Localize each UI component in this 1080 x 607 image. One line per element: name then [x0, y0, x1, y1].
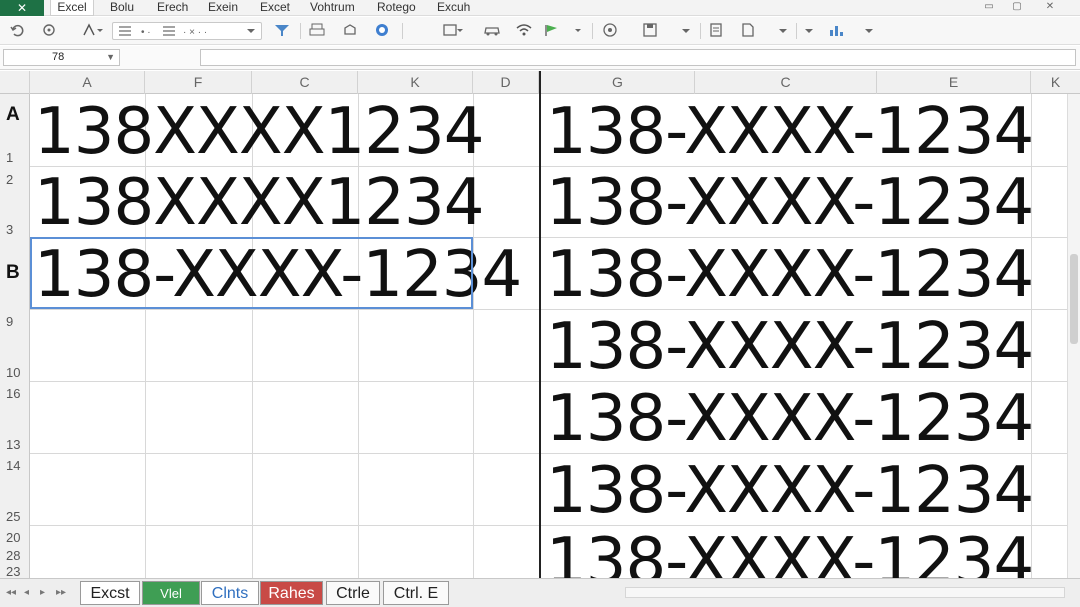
last-sheet-icon[interactable]: ▸▸: [56, 587, 66, 598]
prev-sheet-icon[interactable]: ◂: [24, 587, 29, 598]
minimize-icon[interactable]: ▭: [982, 1, 996, 13]
menu-excel[interactable]: Excel: [50, 0, 94, 16]
sheet-tab-ctrl-e[interactable]: Ctrl. E: [383, 581, 449, 605]
sheet-tab-vlel[interactable]: Vlel: [142, 581, 200, 605]
menu-exein[interactable]: Exein: [208, 0, 238, 16]
column-header-k[interactable]: K: [358, 71, 473, 94]
arrow-down-icon[interactable]: [800, 22, 818, 40]
sheet-tab-bar: ◂◂ ◂ ▸ ▸▸ Excst Vlel Clnts Rahes Ctrle C…: [0, 578, 1080, 607]
filter-icon[interactable]: [272, 22, 292, 40]
dropdown-icon[interactable]: [676, 22, 696, 40]
row-number[interactable]: 25: [6, 509, 20, 524]
row-label-b: B: [6, 262, 20, 283]
row-label-a: A: [6, 104, 20, 125]
chevron-down-icon[interactable]: [774, 22, 792, 40]
chart-icon[interactable]: [826, 22, 846, 40]
cell-a2[interactable]: 138XXXX1234: [34, 171, 484, 235]
row-number[interactable]: 2: [6, 172, 13, 187]
next-sheet-icon[interactable]: ▸: [40, 587, 45, 598]
cell-right-3[interactable]: 138-XXXX-1234: [546, 243, 1034, 307]
row-number[interactable]: 16: [6, 386, 20, 401]
row-number[interactable]: 3: [6, 222, 13, 237]
row-number[interactable]: 1: [6, 150, 13, 165]
row-number[interactable]: 20: [6, 530, 20, 545]
printer-icon[interactable]: [308, 22, 326, 40]
column-header-d[interactable]: D: [473, 71, 539, 94]
undo-icon[interactable]: [8, 22, 26, 40]
chevron-down-icon[interactable]: ▼: [106, 50, 115, 65]
horizontal-scrollbar[interactable]: [625, 587, 1065, 598]
menu-erech[interactable]: Erech: [157, 0, 188, 16]
row-number[interactable]: 9: [6, 314, 13, 329]
row-number[interactable]: 10: [6, 365, 20, 380]
flag-icon[interactable]: [542, 22, 582, 40]
sheet-tab-ctrle[interactable]: Ctrle: [326, 581, 380, 605]
cell-right-5[interactable]: 138-XXXX-1234: [546, 387, 1034, 451]
sheet-tab-rahes[interactable]: Rahes: [260, 581, 323, 605]
menu-rotego[interactable]: Rotego: [377, 0, 416, 16]
select-all-corner[interactable]: [0, 71, 30, 94]
freeze-pane-divider[interactable]: [539, 71, 541, 582]
box-icon[interactable]: [440, 22, 464, 40]
row-number[interactable]: 28: [6, 548, 20, 563]
column-header-e[interactable]: E: [877, 71, 1031, 94]
cell-right-2[interactable]: 138-XXXX-1234: [546, 171, 1034, 235]
column-header-c[interactable]: C: [252, 71, 358, 94]
car-icon[interactable]: [482, 22, 502, 40]
cell-a1[interactable]: 138XXXX1234: [34, 100, 484, 164]
doc-icon[interactable]: [706, 22, 726, 40]
column-header-c2[interactable]: C: [695, 71, 877, 94]
selected-cell-outline[interactable]: [30, 237, 473, 309]
cell-right-1[interactable]: 138-XXXX-1234: [546, 100, 1034, 164]
align-dropdown[interactable]: • · · × · ·: [112, 22, 262, 40]
first-sheet-icon[interactable]: ◂◂: [6, 587, 16, 598]
vertical-scrollbar[interactable]: [1067, 94, 1080, 578]
text-color-icon[interactable]: [80, 22, 104, 40]
copy-icon[interactable]: [738, 22, 758, 40]
sheet-tab-clnts[interactable]: Clnts: [201, 581, 259, 605]
svg-text:· × · ·: · × · ·: [183, 27, 207, 38]
row-number[interactable]: 13: [6, 437, 20, 452]
menu-excet[interactable]: Excet: [260, 0, 290, 16]
formula-input[interactable]: [200, 49, 1076, 66]
close-icon[interactable]: ✕: [1043, 1, 1057, 13]
maximize-icon[interactable]: ▢: [1010, 1, 1024, 13]
excel-app-icon[interactable]: ✕: [0, 0, 44, 16]
row-headers: A 1 2 3 B 9 10 16 13 14 25 20 28 23: [0, 94, 30, 579]
formula-bar: 78 ▼: [0, 46, 1080, 70]
row-number[interactable]: 14: [6, 458, 20, 473]
menu-bar: ✕ Excel Bolu Erech Exein Excet Vohtrum R…: [0, 0, 1080, 16]
column-header-g[interactable]: G: [541, 71, 695, 94]
column-header-f[interactable]: F: [145, 71, 252, 94]
cell-right-4[interactable]: 138-XXXX-1234: [546, 315, 1034, 379]
save-icon[interactable]: [640, 22, 660, 40]
column-header-k2[interactable]: K: [1031, 71, 1080, 94]
scroll-thumb[interactable]: [1070, 254, 1078, 344]
svg-text:• ·: • ·: [141, 27, 151, 38]
name-box-value: 78: [52, 51, 65, 63]
menu-bolu[interactable]: Bolu: [110, 0, 134, 16]
menu-vohtrum[interactable]: Vohtrum: [310, 0, 355, 16]
toolbar: • · · × · ·: [0, 17, 1080, 45]
globe-icon[interactable]: [372, 22, 392, 40]
wifi-icon[interactable]: [514, 22, 534, 40]
shape-icon[interactable]: [340, 22, 360, 40]
name-box[interactable]: 78 ▼: [3, 49, 120, 66]
cell-right-6[interactable]: 138-XXXX-1234: [546, 459, 1034, 523]
paint-icon[interactable]: [40, 22, 58, 40]
image-icon[interactable]: [598, 22, 622, 40]
menu-excuh[interactable]: Excuh: [437, 0, 470, 16]
row-number[interactable]: 23: [6, 564, 20, 579]
sheet-tab-excst[interactable]: Excst: [80, 581, 140, 605]
more-dropdown-icon[interactable]: [860, 22, 878, 40]
column-header-a[interactable]: A: [30, 71, 145, 94]
